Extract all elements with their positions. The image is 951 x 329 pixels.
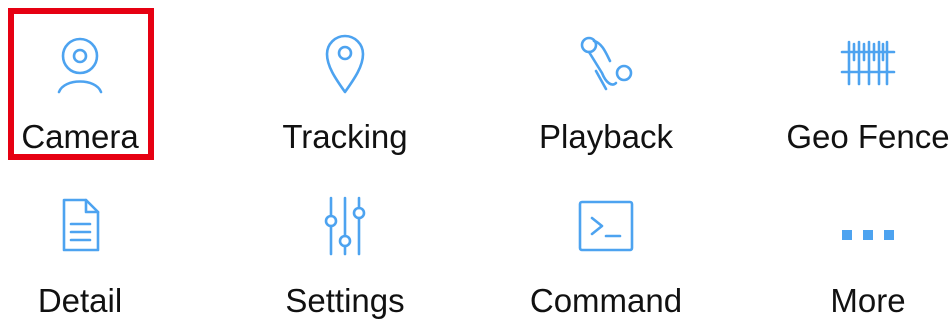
- menu-item-tracking[interactable]: Tracking: [245, 0, 445, 160]
- document-icon: [62, 198, 100, 252]
- menu-item-label: Geo Fence: [786, 118, 950, 155]
- menu-item-label: Tracking: [282, 118, 408, 155]
- terminal-icon: [578, 200, 634, 252]
- menu-item-more[interactable]: More: [768, 170, 951, 329]
- menu-item-label: Settings: [285, 282, 405, 319]
- menu-item-label: More: [830, 282, 906, 319]
- fence-icon: [840, 40, 896, 86]
- sliders-icon: [324, 196, 366, 256]
- menu-item-camera[interactable]: Camera: [0, 0, 180, 160]
- route-icon: [580, 36, 633, 91]
- menu-item-label: Playback: [539, 118, 673, 155]
- menu-item-detail[interactable]: Detail: [0, 170, 180, 329]
- menu-item-settings[interactable]: Settings: [245, 170, 445, 329]
- more-dots-icon: [842, 230, 894, 240]
- menu-item-playback[interactable]: Playback: [506, 0, 706, 160]
- menu-grid: Camera Tracking Playback Geo Fence Detai…: [0, 0, 951, 329]
- menu-item-label: Detail: [37, 282, 123, 319]
- camera-icon: [57, 37, 103, 94]
- location-pin-icon: [325, 34, 365, 94]
- menu-item-label: Command: [529, 282, 683, 319]
- menu-item-label: Camera: [21, 118, 139, 155]
- menu-item-command[interactable]: Command: [506, 170, 706, 329]
- menu-item-geo-fence[interactable]: Geo Fence: [768, 0, 951, 160]
